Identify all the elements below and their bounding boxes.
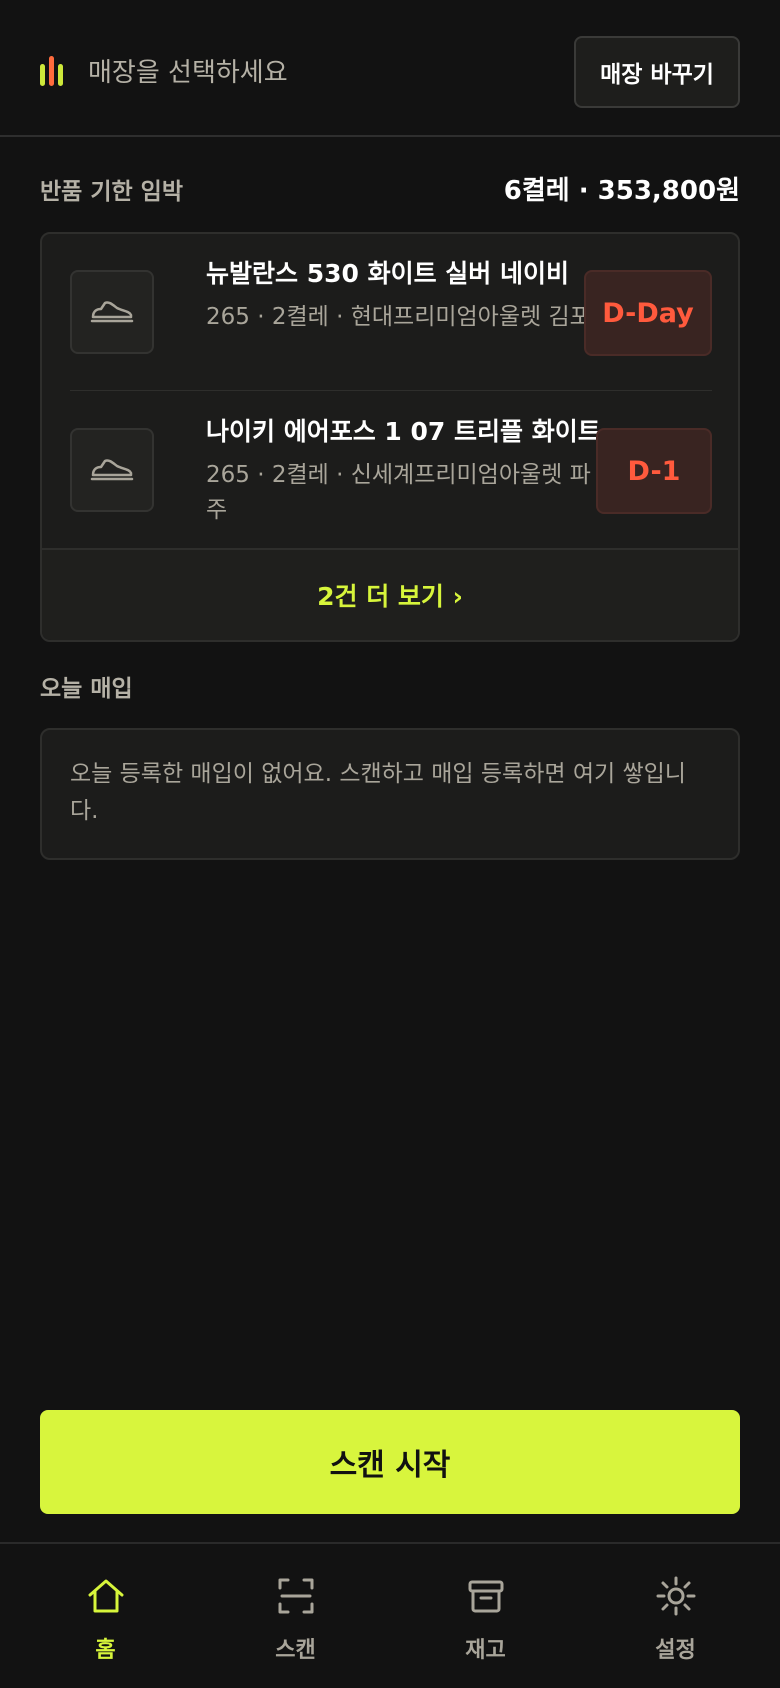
change-store-button[interactable]: 매장 바꾸기 bbox=[574, 36, 740, 108]
divider bbox=[70, 390, 712, 391]
store-select-label[interactable]: 매장을 선택하세요 bbox=[88, 56, 288, 90]
header: 매장을 선택하세요 매장 바꾸기 bbox=[0, 0, 780, 137]
settings-sun-icon bbox=[656, 1576, 696, 1616]
tab-label: 재고 bbox=[465, 1638, 506, 1663]
today-empty-card: 오늘 등록한 매입이 없어요. 스캔하고 매입 등록하면 여기 쌓입니다. bbox=[40, 728, 740, 860]
home-icon bbox=[88, 1579, 124, 1613]
tab-label: 설정 bbox=[655, 1638, 696, 1663]
inventory-box-icon bbox=[468, 1580, 504, 1613]
tab-label: 스캔 bbox=[275, 1638, 316, 1663]
item-name: 나이키 에어포스 1 07 트리플 화이트 bbox=[206, 417, 601, 446]
shoe-icon bbox=[70, 428, 154, 512]
shoe-icon bbox=[70, 270, 154, 354]
empty-state-text: 오늘 등록한 매입이 없어요. 스캔하고 매입 등록하면 여기 쌓입니다. bbox=[70, 761, 686, 824]
list-item[interactable]: 나이키 에어포스 1 07 트리플 화이트 265 · 2켤레 · 신세계프리미… bbox=[70, 392, 712, 548]
returns-section-title: 반품 기한 임박 bbox=[40, 179, 183, 205]
tab-label: 홈 bbox=[95, 1638, 116, 1663]
tab-home[interactable]: 홈 bbox=[8, 1544, 203, 1688]
tab-inventory[interactable]: 재고 bbox=[388, 1544, 583, 1688]
bottom-nav: 홈 스캔 재고 설정 bbox=[0, 1542, 780, 1688]
tab-settings[interactable]: 설정 bbox=[578, 1544, 773, 1688]
tab-scan[interactable]: 스캔 bbox=[198, 1544, 393, 1688]
list-item[interactable]: 뉴발란스 530 화이트 실버 네이비 265 · 2켤레 · 현대프리미엄아울… bbox=[70, 234, 712, 390]
returns-card: 뉴발란스 530 화이트 실버 네이비 265 · 2켤레 · 현대프리미엄아울… bbox=[40, 232, 740, 642]
item-meta: 265 · 2켤레 · 신세계프리미엄아울렛 파주 bbox=[206, 462, 591, 523]
scan-start-button[interactable]: 스캔 시작 bbox=[40, 1410, 740, 1514]
show-more-button[interactable]: 2건 더 보기 › bbox=[42, 548, 738, 640]
brand-logo-icon bbox=[40, 56, 72, 86]
returns-summary: 6켤레 · 353,800원 bbox=[503, 176, 740, 206]
dday-badge: D-1 bbox=[596, 428, 712, 514]
today-section-title: 오늘 매입 bbox=[40, 676, 133, 702]
item-name: 뉴발란스 530 화이트 실버 네이비 bbox=[206, 259, 570, 288]
item-meta: 265 · 2켤레 · 현대프리미엄아울렛 김포 bbox=[206, 304, 591, 330]
app-screen: 매장을 선택하세요 매장 바꾸기 반품 기한 임박 6켤레 · 353,800원… bbox=[0, 0, 780, 1688]
scan-icon bbox=[278, 1578, 314, 1614]
dday-badge: D-Day bbox=[584, 270, 712, 356]
